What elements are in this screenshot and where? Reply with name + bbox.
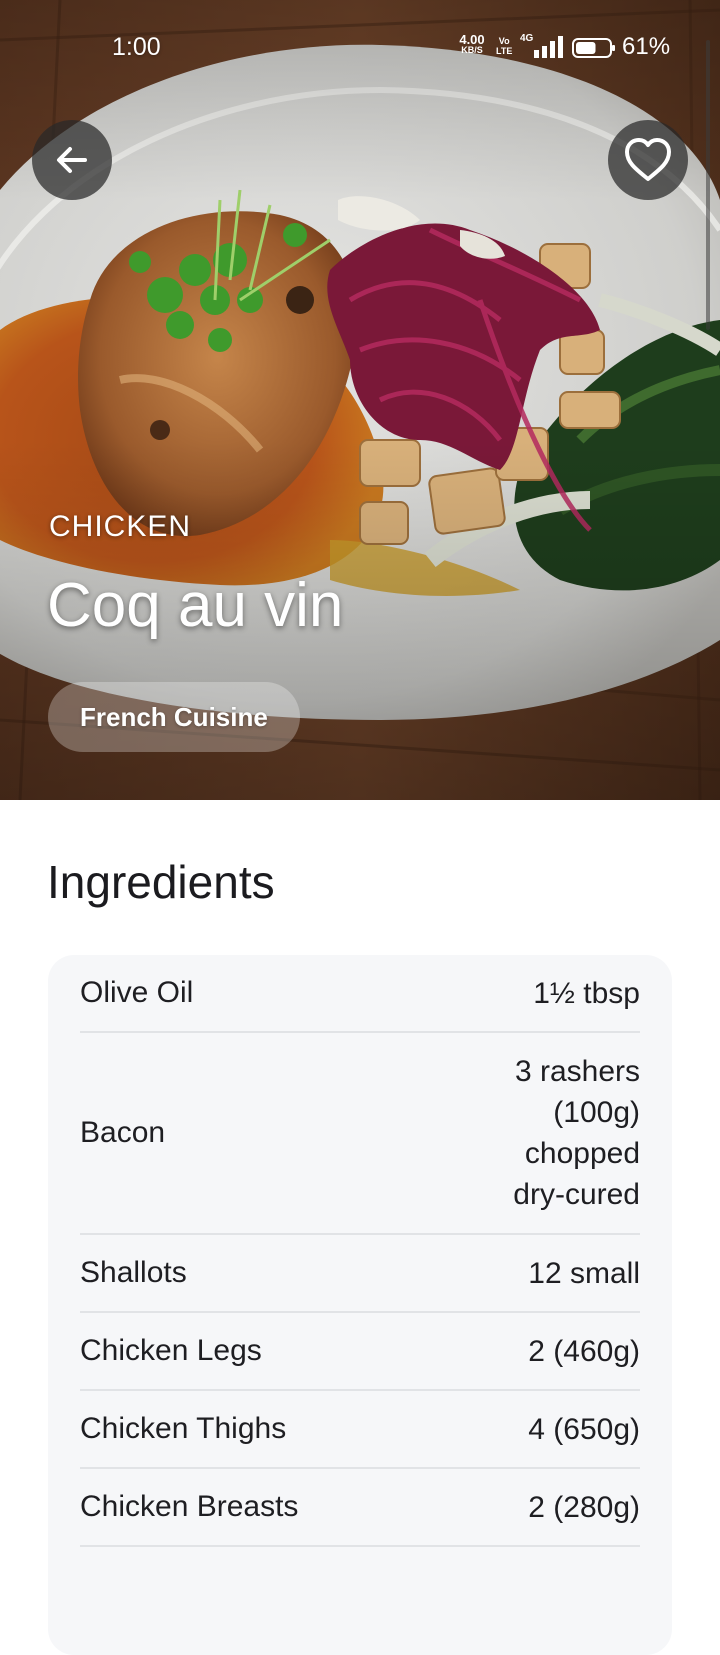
arrow-left-icon xyxy=(57,147,87,173)
network-speed-indicator: 4.00 KB/S xyxy=(452,32,492,56)
heart-outline-icon xyxy=(625,138,671,181)
ingredient-quantity: 2 (280g) xyxy=(528,1490,640,1524)
volte-indicator: Vo LTE xyxy=(496,36,512,56)
ingredient-name: Chicken Breasts xyxy=(80,1490,299,1523)
recipe-title: Coq au vin xyxy=(47,571,344,640)
ingredients-card: Olive Oil 1½ tbsp Bacon 3 rashers (100g)… xyxy=(48,955,672,1655)
ingredient-row: Olive Oil 1½ tbsp xyxy=(80,955,640,1033)
status-time: 1:00 xyxy=(112,33,161,61)
ingredient-name: Bacon xyxy=(80,1116,166,1149)
battery-icon xyxy=(572,38,615,58)
battery-percent: 61% xyxy=(622,33,671,60)
status-bar: 1:00 4.00 KB/S Vo LTE 4G 61% xyxy=(0,0,720,96)
back-button[interactable] xyxy=(32,120,112,200)
ingredients-title: Ingredients xyxy=(47,856,275,908)
recipe-hero-image xyxy=(0,0,720,800)
favorite-button[interactable] xyxy=(608,120,688,200)
dish-photo xyxy=(0,0,720,800)
ingredient-quantity: 3 rashers (100g) chopped dry-cured xyxy=(513,1055,640,1211)
ingredient-row: Chicken Thighs 4 (650g) xyxy=(80,1391,640,1469)
ingredient-row: Bacon 3 rashers (100g) chopped dry-cured xyxy=(80,1033,640,1235)
network-speed-unit: KB/S xyxy=(461,45,483,55)
ingredient-name: Shallots xyxy=(80,1256,187,1289)
ingredients-list: Olive Oil 1½ tbsp Bacon 3 rashers (100g)… xyxy=(80,955,640,1547)
cuisine-chip[interactable]: French Cuisine xyxy=(48,682,300,752)
ingredient-name: Chicken Thighs xyxy=(80,1412,287,1445)
ingredient-row: Chicken Breasts 2 (280g) xyxy=(80,1469,640,1547)
network-speed-value: 4.00 xyxy=(459,32,485,47)
ingredient-quantity: 2 (460g) xyxy=(528,1334,640,1368)
volte-top-label: Vo xyxy=(498,36,510,46)
ingredient-row: Chicken Legs 2 (460g) xyxy=(80,1313,640,1391)
ingredient-name: Olive Oil xyxy=(80,976,194,1009)
signal-strength-icon xyxy=(534,36,563,58)
ingredient-row: Shallots 12 small xyxy=(80,1235,640,1313)
volte-bottom-label: LTE xyxy=(496,46,513,56)
ingredient-name: Chicken Legs xyxy=(80,1334,262,1367)
recipe-category: CHICKEN xyxy=(49,510,192,543)
ingredient-quantity: 12 small xyxy=(528,1256,640,1290)
ingredient-quantity: 4 (650g) xyxy=(528,1412,640,1446)
ingredient-quantity: 1½ tbsp xyxy=(533,976,640,1010)
